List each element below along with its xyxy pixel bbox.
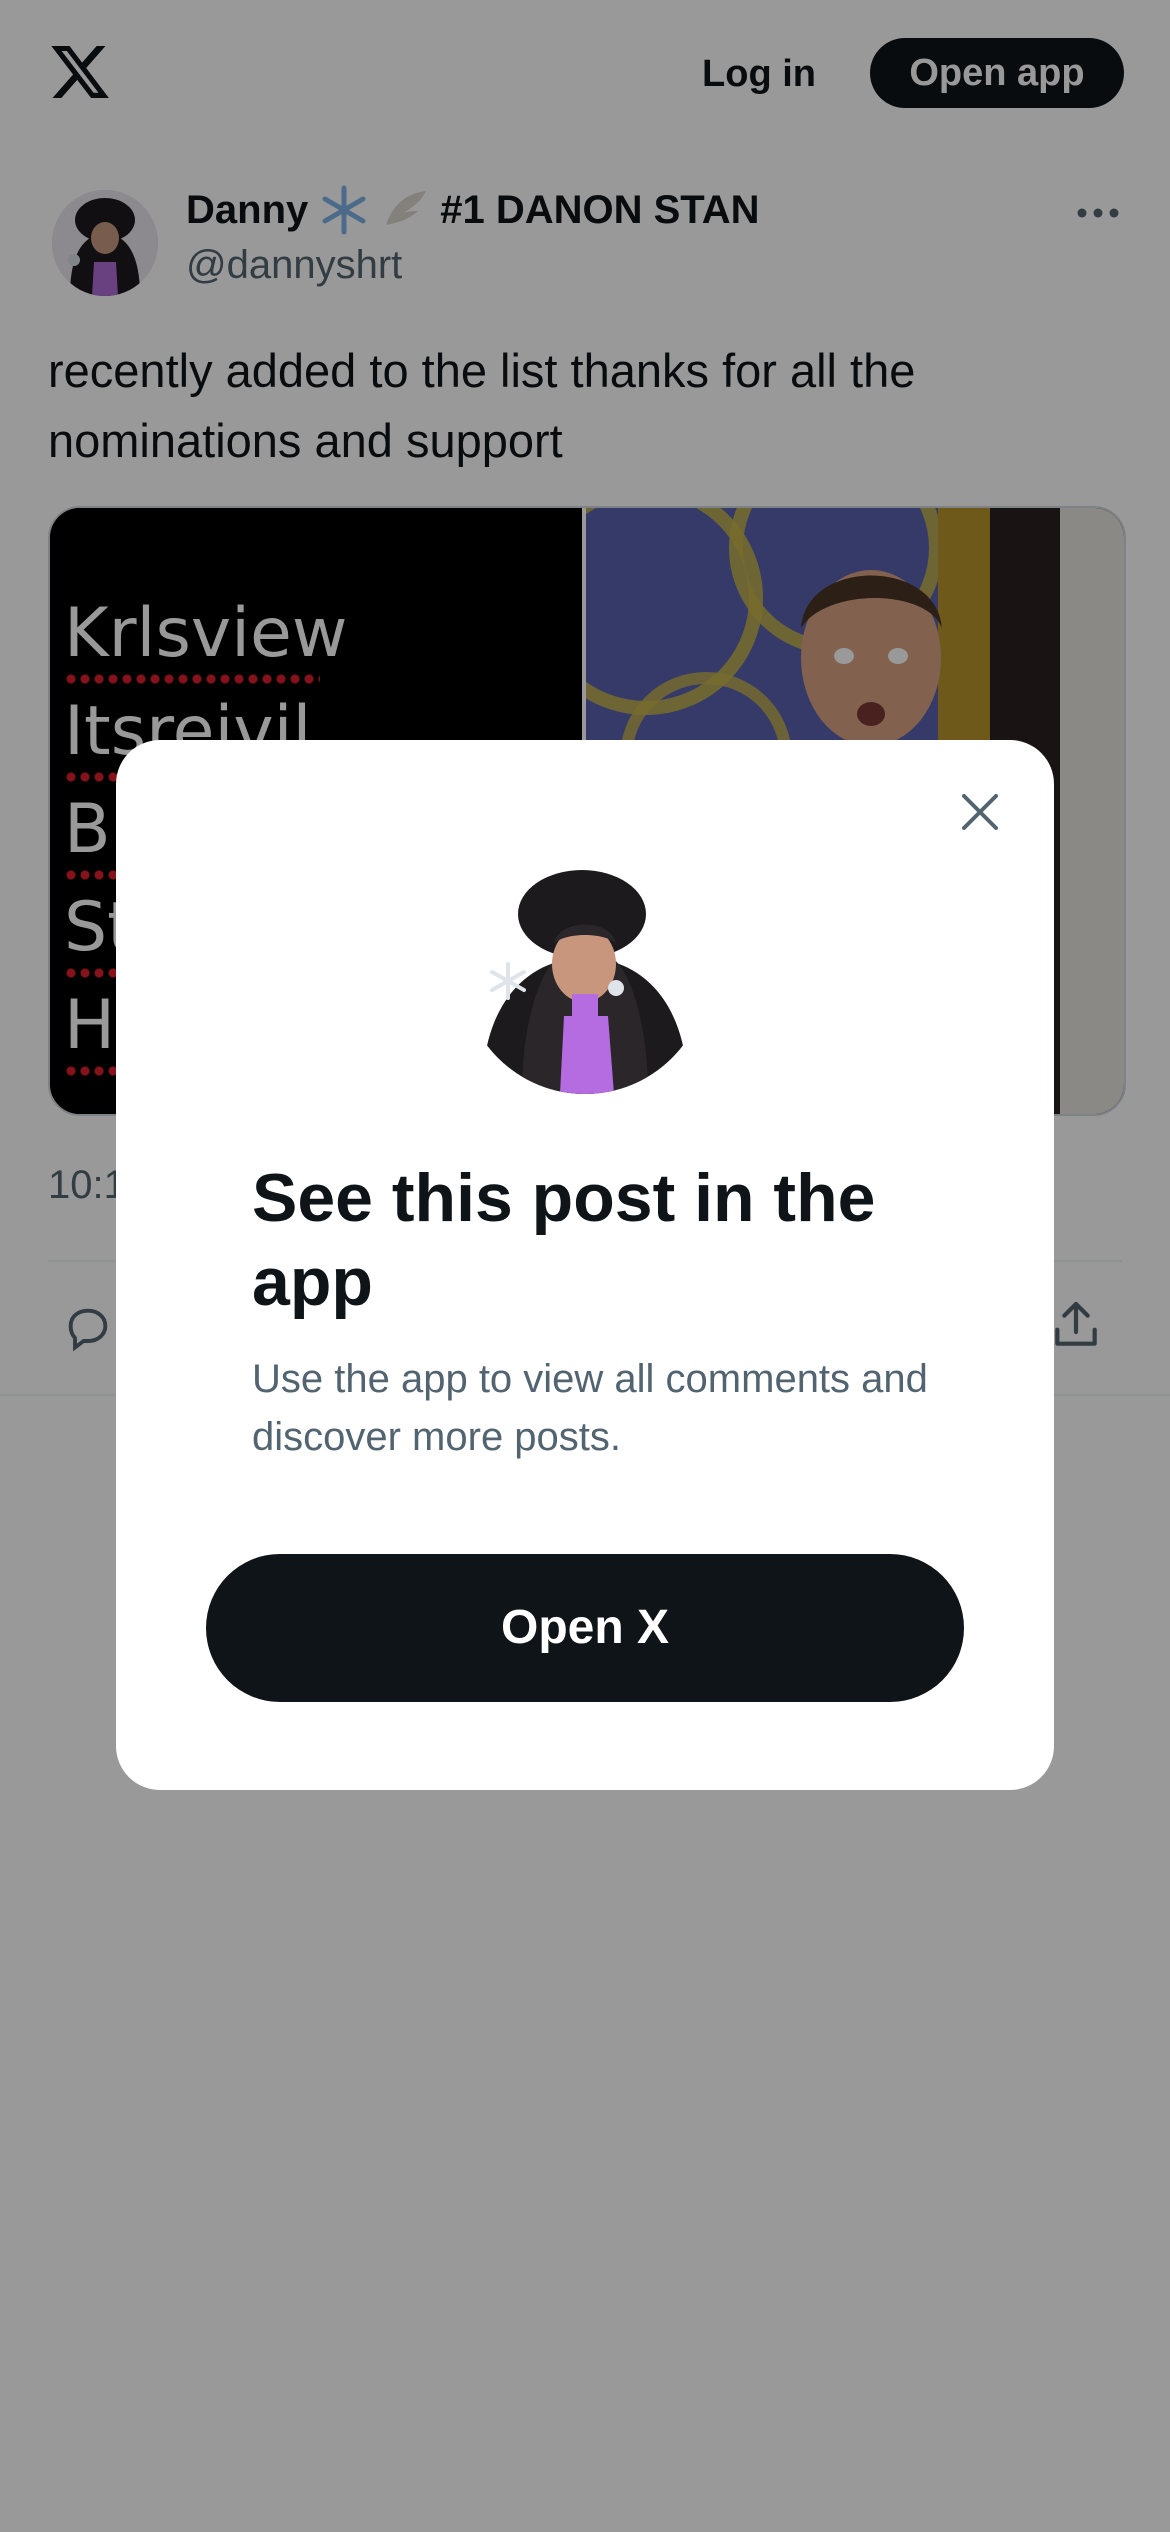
open-x-button[interactable]: Open X (206, 1554, 964, 1702)
page: Log in Open app Danny #1 DANON STAN @dan… (0, 0, 1170, 2532)
open-in-app-modal: See this post in the app Use the app to … (116, 740, 1054, 1790)
close-icon[interactable] (956, 788, 1004, 836)
modal-title: See this post in the app (252, 1160, 876, 1320)
modal-subtitle: Use the app to view all comments and dis… (252, 1357, 928, 1459)
modal-author-avatar (462, 848, 708, 1094)
modal-avatar-illustration (462, 848, 708, 1094)
